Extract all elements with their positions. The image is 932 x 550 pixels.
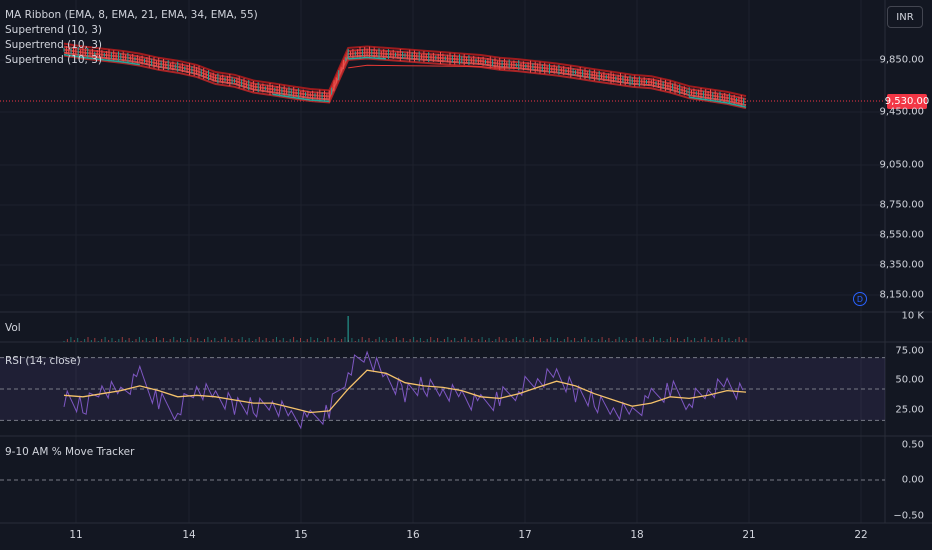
volume-label[interactable]: Vol — [5, 322, 21, 334]
rsi-tick: 50.00 — [895, 374, 924, 386]
price-tick: 8,150.00 — [879, 289, 924, 301]
chart-canvas[interactable] — [0, 0, 932, 550]
tracker-label[interactable]: 9-10 AM % Move Tracker — [5, 446, 134, 458]
price-pane — [0, 42, 885, 110]
price-tick: 8,750.00 — [879, 199, 924, 211]
time-tick: 11 — [69, 529, 83, 541]
price-tick: 8,550.00 — [879, 229, 924, 241]
time-tick: 17 — [518, 529, 532, 541]
price-tick: 9,050.00 — [879, 159, 924, 171]
tracker-tick: 0.00 — [901, 474, 924, 486]
scroll-to-realtime-button[interactable]: D — [853, 292, 867, 306]
rsi-tick: 75.00 — [895, 345, 924, 357]
price-tick: 9,450.00 — [879, 106, 924, 118]
time-tick: 16 — [406, 529, 420, 541]
rsi-pane — [0, 350, 885, 430]
rsi-label[interactable]: RSI (14, close) — [5, 355, 81, 367]
legend-supertrend-1[interactable]: Supertrend (10, 3) — [5, 23, 102, 38]
time-tick: 21 — [742, 529, 756, 541]
legend-ma-ribbon[interactable]: MA Ribbon (EMA, 8, EMA, 21, EMA, 34, EMA… — [5, 8, 258, 23]
grid-lines — [0, 0, 932, 524]
currency-selector[interactable]: INR — [887, 6, 923, 28]
tracker-tick: 0.50 — [901, 439, 924, 451]
time-tick: 18 — [630, 529, 644, 541]
tracker-tick: −0.50 — [893, 510, 924, 522]
volume-pane — [63, 316, 747, 342]
price-tick: 9,850.00 — [879, 54, 924, 66]
volume-tick: 10 K — [901, 310, 924, 322]
time-tick: 14 — [182, 529, 196, 541]
price-tick: 8,350.00 — [879, 259, 924, 271]
rsi-tick: 25.00 — [895, 404, 924, 416]
time-tick: 22 — [854, 529, 868, 541]
time-tick: 15 — [294, 529, 308, 541]
legend-supertrend-3[interactable]: Supertrend (10, 3) — [5, 53, 102, 68]
legend-supertrend-2[interactable]: Supertrend (10, 3) — [5, 38, 102, 53]
